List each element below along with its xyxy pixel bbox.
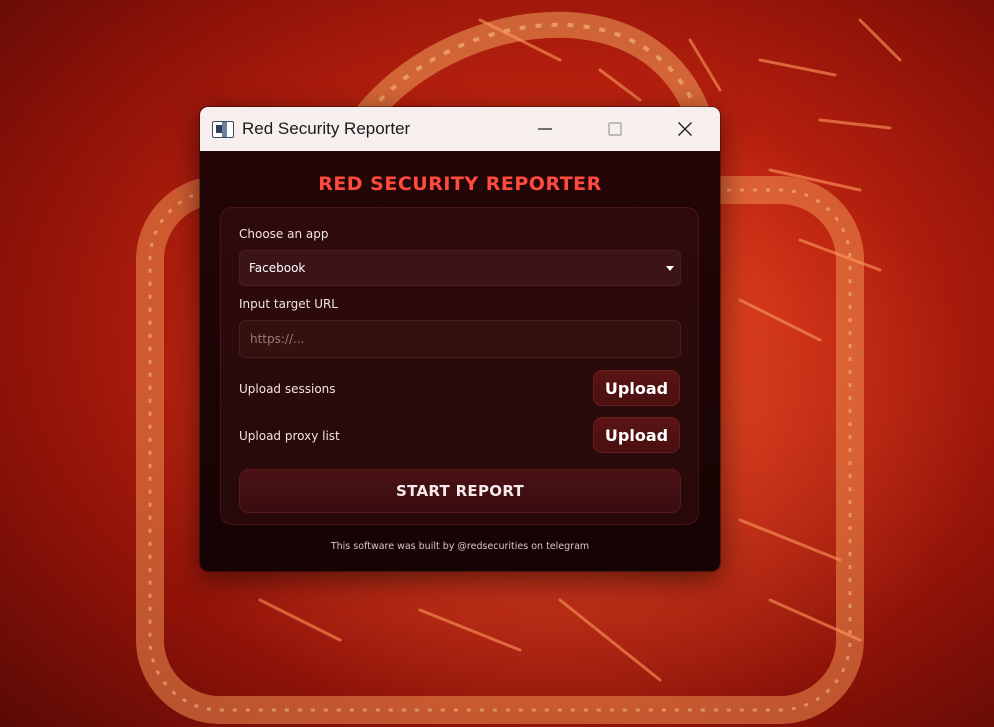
close-icon: [678, 122, 692, 136]
minimize-icon: [538, 128, 552, 130]
minimize-button[interactable]: [510, 107, 580, 151]
app-window: Red Security Reporter RED SECURITY REPOR…: [200, 107, 720, 571]
app-heading: RED SECURITY REPORTER: [318, 173, 602, 195]
app-icon: [212, 120, 234, 138]
window-title: Red Security Reporter: [242, 119, 411, 138]
maximize-button[interactable]: [580, 107, 650, 151]
form-card: Choose an app Facebook Input target URL …: [220, 207, 699, 525]
upload-proxy-button[interactable]: Upload: [593, 417, 680, 453]
footer-credit: This software was built by @redsecuritie…: [330, 541, 590, 552]
upload-proxy-label: Upload proxy list: [239, 429, 340, 443]
window-controls: [510, 107, 720, 151]
upload-sessions-button[interactable]: Upload: [593, 370, 680, 406]
title-bar[interactable]: Red Security Reporter: [200, 107, 720, 151]
upload-sessions-label: Upload sessions: [239, 382, 336, 396]
close-button[interactable]: [650, 107, 720, 151]
dropdown-arrow-icon: [666, 266, 674, 271]
target-url-input[interactable]: https://...: [239, 320, 681, 358]
choose-app-label: Choose an app: [239, 227, 329, 241]
app-content: RED SECURITY REPORTER Choose an app Face…: [200, 151, 720, 571]
app-select-value: Facebook: [249, 261, 306, 275]
app-select[interactable]: Facebook: [239, 250, 681, 286]
target-url-label: Input target URL: [239, 297, 338, 311]
target-url-placeholder: https://...: [250, 332, 305, 346]
maximize-icon: [608, 122, 622, 136]
start-report-button[interactable]: START REPORT: [239, 469, 681, 513]
